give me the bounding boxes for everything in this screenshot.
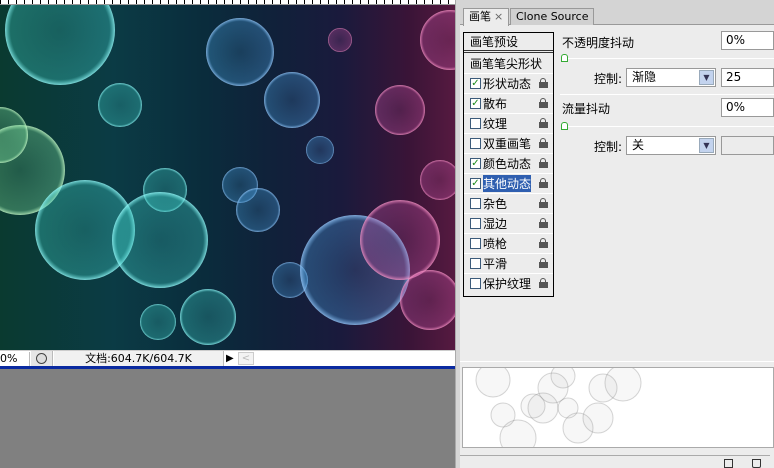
checkbox[interactable]: ✓	[470, 178, 481, 189]
brush-option-item[interactable]: ✓ 其他动态	[464, 173, 553, 193]
brush-option-item[interactable]: ✓ 颜色动态	[464, 153, 553, 173]
close-icon[interactable]: ×	[494, 10, 503, 23]
brush-option-item[interactable]: ✓ 形状动态	[464, 73, 553, 93]
brush-option-item[interactable]: 纹理	[464, 113, 553, 133]
checkbox[interactable]	[470, 238, 481, 249]
flow-jitter-slider-thumb[interactable]	[561, 122, 568, 130]
opacity-control-label: 控制:	[594, 72, 623, 86]
scroll-left-button[interactable]: <	[238, 352, 254, 365]
brush-option-label: 其他动态	[483, 175, 532, 192]
lock-icon[interactable]	[539, 278, 548, 288]
opacity-jitter-label: 不透明度抖动	[562, 36, 635, 50]
flow-jitter-slider[interactable]	[564, 126, 774, 127]
opacity-jitter-slider-thumb[interactable]	[561, 54, 568, 62]
checkbox[interactable]: ✓	[470, 98, 481, 109]
lock-icon[interactable]	[539, 198, 548, 208]
document-size: 文档:604.7K/604.7K	[54, 351, 224, 366]
lock-icon[interactable]	[539, 178, 548, 188]
tab-clone-source[interactable]: Clone Source	[510, 8, 595, 25]
tab-label: 画笔	[469, 10, 491, 23]
brush-option-item[interactable]: 湿边	[464, 213, 553, 233]
brush-option-label: 颜色动态	[483, 157, 532, 171]
brush-presets-item[interactable]: 画笔预设	[464, 33, 553, 53]
separator	[560, 94, 774, 95]
checkbox[interactable]: ✓	[470, 78, 481, 89]
fade-steps-input[interactable]: 25	[721, 68, 774, 87]
lock-icon[interactable]	[539, 118, 548, 128]
lock-icon[interactable]	[539, 138, 548, 148]
select-value: 关	[632, 138, 645, 152]
lock-icon[interactable]	[539, 158, 548, 168]
chevron-down-icon[interactable]: ▼	[699, 70, 714, 85]
brush-option-item[interactable]: ✓ 散布	[464, 93, 553, 113]
checkbox[interactable]	[470, 198, 481, 209]
tab-label: Clone Source	[516, 10, 589, 23]
opacity-jitter-input[interactable]: 0%	[721, 31, 774, 50]
opacity-control-select[interactable]: 渐隐 ▼	[626, 68, 716, 87]
lock-icon[interactable]	[539, 238, 548, 248]
checkbox[interactable]	[470, 218, 481, 229]
lock-icon[interactable]	[539, 258, 548, 268]
checkbox[interactable]	[470, 258, 481, 269]
chevron-down-icon[interactable]: ▼	[699, 138, 714, 153]
zoom-level[interactable]: 0%	[0, 352, 30, 366]
brush-option-item[interactable]: 平滑	[464, 253, 553, 273]
flow-extra-input	[721, 136, 774, 155]
document-canvas[interactable]	[0, 0, 455, 350]
brush-options-list: 画笔预设 画笔笔尖形状 ✓ 形状动态 ✓ 散布 纹理 双重画笔 ✓ 颜色动态 ✓ 其他动态 杂色 湿边…	[463, 32, 554, 297]
checkbox[interactable]	[470, 118, 481, 129]
select-value: 渐隐	[632, 70, 657, 84]
brush-option-label: 平滑	[483, 257, 508, 271]
brush-option-item[interactable]: 喷枪	[464, 233, 553, 253]
panel-tab-bar: 画笔 × Clone Source	[460, 0, 774, 26]
brush-option-label: 杂色	[483, 197, 508, 211]
bokeh-image	[0, 0, 455, 345]
checkbox[interactable]	[470, 138, 481, 149]
flow-jitter-label: 流量抖动	[562, 102, 611, 116]
trash-icon[interactable]	[752, 459, 761, 468]
new-preset-icon[interactable]	[724, 459, 733, 468]
window-border	[0, 366, 455, 369]
brush-option-label: 双重画笔	[483, 137, 532, 151]
separator	[460, 455, 770, 456]
brush-option-label: 散布	[483, 97, 508, 111]
flow-control-label: 控制:	[594, 140, 623, 154]
brush-option-label: 形状动态	[483, 77, 532, 91]
brush-panel: 画笔 × Clone Source 画笔预设 画笔笔尖形状 ✓ 形状动态 ✓ 散布 纹理双…	[460, 0, 774, 468]
opacity-jitter-slider[interactable]	[564, 58, 774, 59]
brush-option-item[interactable]: 保护纹理	[464, 273, 553, 293]
brush-option-label: 湿边	[483, 217, 508, 231]
brush-stroke-preview	[462, 367, 774, 448]
separator	[460, 361, 774, 362]
stroke-preview-image	[475, 368, 642, 447]
lock-icon[interactable]	[539, 98, 548, 108]
brush-option-item[interactable]: 双重画笔	[464, 133, 553, 153]
brush-option-item[interactable]: 杂色	[464, 193, 553, 213]
brush-option-label: 保护纹理	[483, 277, 532, 291]
brush-option-label: 喷枪	[483, 237, 508, 251]
flow-jitter-input[interactable]: 0%	[721, 98, 774, 117]
clock-icon[interactable]	[31, 351, 53, 366]
lock-icon[interactable]	[539, 78, 548, 88]
brush-tip-shape-item[interactable]: 画笔笔尖形状	[464, 53, 553, 73]
brush-option-label: 纹理	[483, 117, 508, 131]
status-menu-arrow-icon[interactable]: ▶	[226, 353, 234, 364]
checkbox[interactable]: ✓	[470, 158, 481, 169]
status-bar: 0% 文档:604.7K/604.7K ▶ <	[0, 350, 455, 366]
flow-control-select[interactable]: 关 ▼	[626, 136, 716, 155]
horizontal-ruler	[0, 0, 455, 5]
lock-icon[interactable]	[539, 218, 548, 228]
checkbox[interactable]	[470, 278, 481, 289]
tab-brush[interactable]: 画笔 ×	[463, 8, 510, 26]
